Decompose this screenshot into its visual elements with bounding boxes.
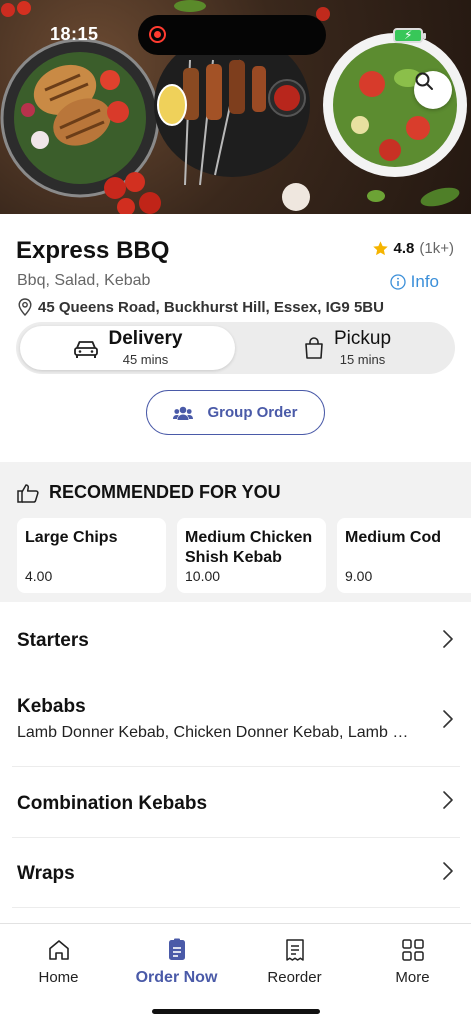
restaurant-name: Express BBQ xyxy=(16,237,170,264)
tab-label: Home xyxy=(38,969,79,986)
delivery-label: Delivery xyxy=(108,327,183,349)
category-row-kebabs[interactable]: Kebabs Lamb Donner Kebab, Chicken Donner… xyxy=(0,678,471,766)
info-icon xyxy=(389,274,406,290)
location-pin-icon xyxy=(18,298,32,316)
category-row-starters[interactable]: Starters xyxy=(0,602,471,678)
category-name: Combination Kebabs xyxy=(17,793,208,814)
cuisine-list: Bbq, Salad, Kebab xyxy=(17,272,151,289)
car-icon xyxy=(73,341,98,358)
status-time: 18:15 xyxy=(50,24,99,44)
category-name: Starters xyxy=(17,630,89,651)
info-link[interactable]: Info xyxy=(389,272,439,292)
item-name: Medium Cod xyxy=(345,529,441,546)
category-description: Lamb Donner Kebab, Chicken Donner Kebab,… xyxy=(17,724,417,741)
grid-icon xyxy=(401,939,424,961)
rating: 4.8 (1k+) xyxy=(372,240,454,257)
delivery-option[interactable]: Delivery 45 mins xyxy=(20,326,235,370)
item-name: Large Chips xyxy=(25,529,118,546)
rating-value: 4.8 xyxy=(393,240,415,257)
pickup-time: 15 mins xyxy=(339,351,386,367)
screen-record-icon xyxy=(149,26,166,43)
search-icon xyxy=(415,72,433,90)
item-price: 10.00 xyxy=(185,568,221,584)
divider xyxy=(12,907,460,908)
category-name: Kebabs xyxy=(17,696,86,717)
tab-reorder[interactable]: Reorder xyxy=(236,938,353,986)
chevron-right-icon xyxy=(443,630,453,648)
chevron-right-icon xyxy=(443,862,453,880)
category-name: Wraps xyxy=(17,863,75,884)
tab-label: Order Now xyxy=(135,969,218,986)
recommended-item[interactable]: Large Chips 4.00 xyxy=(17,518,166,593)
delivery-time: 45 mins xyxy=(122,351,169,367)
order-icon xyxy=(168,938,185,960)
address: 45 Queens Road, Buckhurst Hill, Essex, I… xyxy=(17,298,384,316)
pickup-option[interactable]: Pickup 15 mins xyxy=(244,326,451,370)
chevron-right-icon xyxy=(443,791,453,809)
home-icon xyxy=(48,940,69,960)
tab-home[interactable]: Home xyxy=(0,938,117,986)
group-order-button[interactable]: Group Order xyxy=(146,390,325,435)
tab-order-now[interactable]: Order Now xyxy=(118,938,235,987)
rating-count: (1k+) xyxy=(419,240,454,257)
hero-image: 18:15 ⚡ xyxy=(0,0,471,214)
star-icon xyxy=(372,241,388,256)
bag-icon xyxy=(305,337,323,359)
pickup-label: Pickup xyxy=(333,327,392,349)
address-text: 45 Queens Road, Buckhurst Hill, Essex, I… xyxy=(38,298,384,316)
item-price: 4.00 xyxy=(25,568,53,584)
order-mode-toggle: Delivery 45 mins Pickup 15 mins xyxy=(16,322,455,374)
tab-label: Reorder xyxy=(267,969,322,986)
tab-more[interactable]: More xyxy=(354,938,471,986)
search-button[interactable] xyxy=(414,71,452,109)
recommended-item[interactable]: Medium Cod 9.00 xyxy=(337,518,471,593)
receipt-icon xyxy=(285,939,304,961)
category-row-wraps[interactable]: Wraps xyxy=(0,838,471,908)
recommended-title: RECOMMENDED FOR YOU xyxy=(49,482,281,502)
recommended-item[interactable]: Medium Chicken Shish Kebab 10.00 xyxy=(177,518,326,593)
item-price: 9.00 xyxy=(345,568,373,584)
home-indicator[interactable] xyxy=(152,1009,320,1014)
battery-charging-icon: ⚡ xyxy=(393,28,426,43)
item-name: Medium Chicken Shish Kebab xyxy=(185,529,313,566)
recommended-section: RECOMMENDED FOR YOU Large Chips 4.00 Med… xyxy=(0,462,471,602)
group-icon xyxy=(173,406,194,420)
chevron-right-icon xyxy=(443,710,453,728)
group-order-label: Group Order xyxy=(207,404,298,421)
tab-label: More xyxy=(395,969,430,986)
tab-bar: Home Order Now Reorder More xyxy=(0,923,471,1024)
dynamic-island xyxy=(138,15,326,55)
info-label: Info xyxy=(410,272,439,291)
thumbs-up-icon xyxy=(17,483,39,503)
category-row-combination-kebabs[interactable]: Combination Kebabs xyxy=(0,767,471,837)
recommended-header: RECOMMENDED FOR YOU xyxy=(17,482,281,503)
